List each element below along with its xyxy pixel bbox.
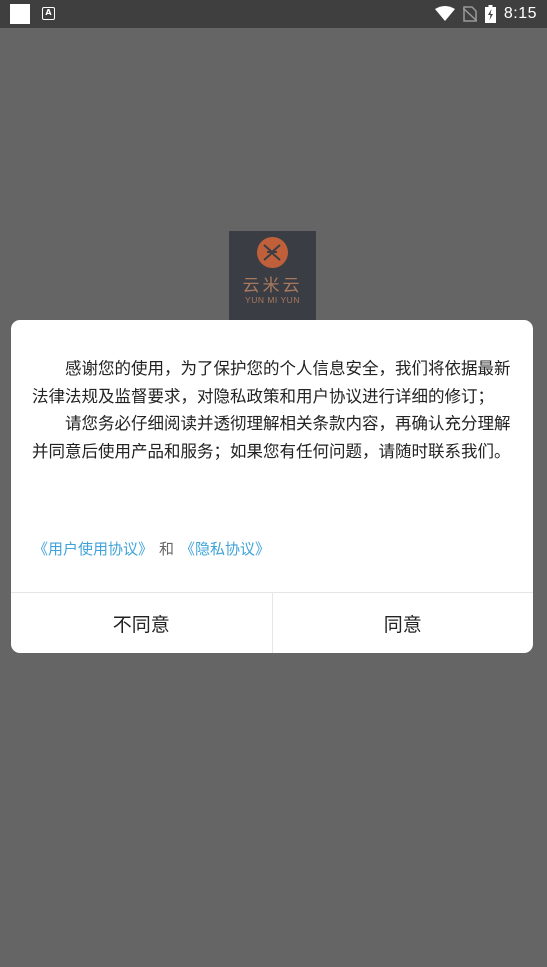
app-logo: 云米云 YUN MI YUN [229, 231, 316, 320]
status-bar: A 8:15 [0, 0, 547, 28]
logo-chinese-text: 云米云 [242, 276, 303, 296]
wifi-icon [434, 6, 455, 21]
logo-english-text: YUN MI YUN [245, 295, 300, 305]
dialog-button-row: 不同意 同意 [11, 592, 533, 653]
agreement-links: 《用户使用协议》和《隐私协议》 [33, 538, 270, 559]
dialog-message: 感谢您的使用，为了保护您的个人信息安全，我们将依据最新法律法规及监督要求，对隐私… [32, 355, 512, 465]
font-a-icon: A [42, 7, 55, 20]
dialog-paragraph-1: 感谢您的使用，为了保护您的个人信息安全，我们将依据最新法律法规及监督要求，对隐私… [32, 359, 511, 406]
privacy-policy-link[interactable]: 《隐私协议》 [180, 540, 270, 558]
status-icons: 8:15 [434, 0, 537, 28]
status-time: 8:15 [503, 5, 537, 22]
battery-charging-icon [484, 5, 496, 23]
no-sim-icon [462, 6, 477, 22]
and-text: 和 [159, 540, 175, 558]
dialog-paragraph-2: 请您务必仔细阅读并透彻理解相关条款内容，再确认充分理解并同意后使用产品和服务；如… [32, 414, 511, 461]
agree-button[interactable]: 同意 [273, 593, 534, 653]
app-square-icon [10, 4, 30, 24]
disagree-button[interactable]: 不同意 [11, 593, 272, 653]
user-agreement-link[interactable]: 《用户使用协议》 [33, 540, 153, 558]
privacy-dialog: 感谢您的使用，为了保护您的个人信息安全，我们将依据最新法律法规及监督要求，对隐私… [11, 320, 533, 653]
